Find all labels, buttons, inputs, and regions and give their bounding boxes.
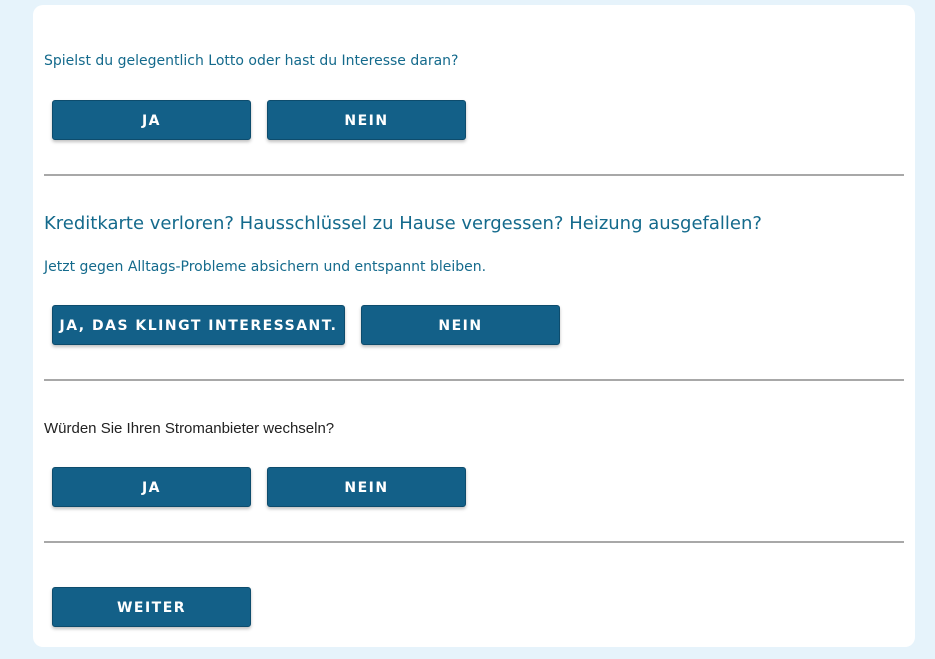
question-lotto-text: Spielst du gelegentlich Lotto oder hast … — [44, 53, 459, 69]
survey-card: Spielst du gelegentlich Lotto oder hast … — [33, 5, 915, 647]
insurance-no-button[interactable]: NEIN — [361, 305, 560, 345]
question-insurance-heading: Kreditkarte verloren? Hausschlüssel zu H… — [44, 213, 762, 234]
electricity-yes-button[interactable]: JA — [52, 467, 251, 507]
electricity-no-button[interactable]: NEIN — [267, 467, 466, 507]
insurance-yes-button[interactable]: JA, DAS KLINGT INTERESSANT. — [52, 305, 345, 345]
lotto-yes-button[interactable]: JA — [52, 100, 251, 140]
divider — [44, 541, 904, 543]
question-electricity-text: Würden Sie Ihren Stromanbieter wechseln? — [44, 420, 335, 437]
question-insurance-text: Jetzt gegen Alltags-Probleme absichern u… — [44, 259, 487, 275]
divider — [44, 174, 904, 176]
lotto-no-button[interactable]: NEIN — [267, 100, 466, 140]
continue-button[interactable]: WEITER — [52, 587, 251, 627]
divider — [44, 379, 904, 381]
